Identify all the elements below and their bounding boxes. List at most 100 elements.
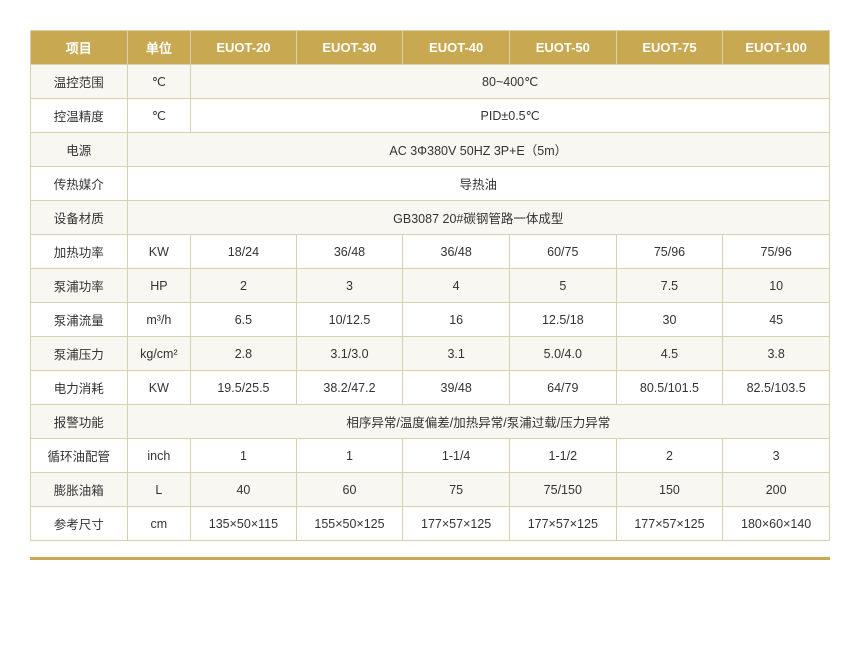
row-span-value: 相序异常/温度偏差/加热异常/泵浦过载/压力异常 (127, 405, 829, 439)
row-value: 19.5/25.5 (191, 371, 296, 405)
bottom-line (30, 557, 830, 560)
row-value: 75/96 (723, 235, 830, 269)
col-header-EUOT-20: EUOT-20 (191, 31, 296, 65)
row-value: 36/48 (403, 235, 510, 269)
row-value: 155×50×125 (296, 507, 403, 541)
col-header-label: 项目 (31, 31, 128, 65)
row-label: 设备材质 (31, 201, 128, 235)
row-span-value: PID±0.5℃ (191, 99, 830, 133)
row-value: 2 (616, 439, 723, 473)
table-row: 泵浦功率HP23457.510 (31, 269, 830, 303)
table-header-row: 项目单位EUOT-20EUOT-30EUOT-40EUOT-50EUOT-75E… (31, 31, 830, 65)
row-value: 82.5/103.5 (723, 371, 830, 405)
row-value: 2 (191, 269, 296, 303)
table-row: 报警功能相序异常/温度偏差/加热异常/泵浦过载/压力异常 (31, 405, 830, 439)
table-row: 设备材质GB3087 20#碳钢管路一体成型 (31, 201, 830, 235)
col-header-EUOT-100: EUOT-100 (723, 31, 830, 65)
row-value: 39/48 (403, 371, 510, 405)
table-row: 泵浦压力kg/cm²2.83.1/3.03.15.0/4.04.53.8 (31, 337, 830, 371)
row-label: 电力消耗 (31, 371, 128, 405)
param-table: 项目单位EUOT-20EUOT-30EUOT-40EUOT-50EUOT-75E… (30, 30, 830, 541)
row-value: 75 (403, 473, 510, 507)
row-value: 200 (723, 473, 830, 507)
row-unit: HP (127, 269, 191, 303)
row-value: 180×60×140 (723, 507, 830, 541)
row-value: 1-1/2 (509, 439, 616, 473)
table-row: 电力消耗KW19.5/25.538.2/47.239/4864/7980.5/1… (31, 371, 830, 405)
row-span-value: 80~400℃ (191, 65, 830, 99)
row-value: 60 (296, 473, 403, 507)
col-header-EUOT-75: EUOT-75 (616, 31, 723, 65)
row-value: 150 (616, 473, 723, 507)
row-label: 电源 (31, 133, 128, 167)
row-label: 传热媒介 (31, 167, 128, 201)
row-value: 4 (403, 269, 510, 303)
row-value: 135×50×115 (191, 507, 296, 541)
row-label: 温控范围 (31, 65, 128, 99)
row-value: 177×57×125 (403, 507, 510, 541)
col-header-EUOT-30: EUOT-30 (296, 31, 403, 65)
row-value: 40 (191, 473, 296, 507)
row-unit: kg/cm² (127, 337, 191, 371)
row-value: 3 (296, 269, 403, 303)
row-unit: ℃ (127, 99, 191, 133)
col-header-EUOT-40: EUOT-40 (403, 31, 510, 65)
row-value: 1 (296, 439, 403, 473)
row-unit: m³/h (127, 303, 191, 337)
row-label: 泵浦压力 (31, 337, 128, 371)
row-label: 控温精度 (31, 99, 128, 133)
row-value: 38.2/47.2 (296, 371, 403, 405)
row-value: 4.5 (616, 337, 723, 371)
row-value: 3.1/3.0 (296, 337, 403, 371)
table-row: 传热媒介导热油 (31, 167, 830, 201)
row-label: 膨胀油箱 (31, 473, 128, 507)
table-row: 温控范围℃80~400℃ (31, 65, 830, 99)
row-value: 1-1/4 (403, 439, 510, 473)
row-value: 60/75 (509, 235, 616, 269)
col-header-单位: 单位 (127, 31, 191, 65)
row-span-value: GB3087 20#碳钢管路一体成型 (127, 201, 829, 235)
row-unit: KW (127, 371, 191, 405)
col-header-EUOT-50: EUOT-50 (509, 31, 616, 65)
table-row: 加热功率KW18/2436/4836/4860/7575/9675/96 (31, 235, 830, 269)
row-value: 3 (723, 439, 830, 473)
row-value: 5 (509, 269, 616, 303)
row-value: 177×57×125 (509, 507, 616, 541)
table-row: 控温精度℃PID±0.5℃ (31, 99, 830, 133)
row-value: 36/48 (296, 235, 403, 269)
row-label: 泵浦功率 (31, 269, 128, 303)
table-row: 参考尺寸cm135×50×115155×50×125177×57×125177×… (31, 507, 830, 541)
row-span-value: AC 3Φ380V 50HZ 3P+E（5m） (127, 133, 829, 167)
table-row: 电源AC 3Φ380V 50HZ 3P+E（5m） (31, 133, 830, 167)
row-value: 1 (191, 439, 296, 473)
row-value: 75/96 (616, 235, 723, 269)
row-value: 10 (723, 269, 830, 303)
row-value: 18/24 (191, 235, 296, 269)
row-value: 16 (403, 303, 510, 337)
row-unit: ℃ (127, 65, 191, 99)
row-value: 45 (723, 303, 830, 337)
row-value: 177×57×125 (616, 507, 723, 541)
row-value: 75/150 (509, 473, 616, 507)
row-value: 3.8 (723, 337, 830, 371)
row-value: 3.1 (403, 337, 510, 371)
row-value: 5.0/4.0 (509, 337, 616, 371)
table-row: 膨胀油箱L40607575/150150200 (31, 473, 830, 507)
row-unit: cm (127, 507, 191, 541)
row-span-value: 导热油 (127, 167, 829, 201)
row-value: 7.5 (616, 269, 723, 303)
row-value: 2.8 (191, 337, 296, 371)
row-value: 64/79 (509, 371, 616, 405)
row-label: 参考尺寸 (31, 507, 128, 541)
row-unit: L (127, 473, 191, 507)
table-body: 温控范围℃80~400℃控温精度℃PID±0.5℃电源AC 3Φ380V 50H… (31, 65, 830, 541)
row-unit: inch (127, 439, 191, 473)
table-row: 循环油配管inch111-1/41-1/223 (31, 439, 830, 473)
row-value: 12.5/18 (509, 303, 616, 337)
row-label: 报警功能 (31, 405, 128, 439)
row-value: 30 (616, 303, 723, 337)
row-value: 80.5/101.5 (616, 371, 723, 405)
row-label: 泵浦流量 (31, 303, 128, 337)
row-unit: KW (127, 235, 191, 269)
row-value: 6.5 (191, 303, 296, 337)
